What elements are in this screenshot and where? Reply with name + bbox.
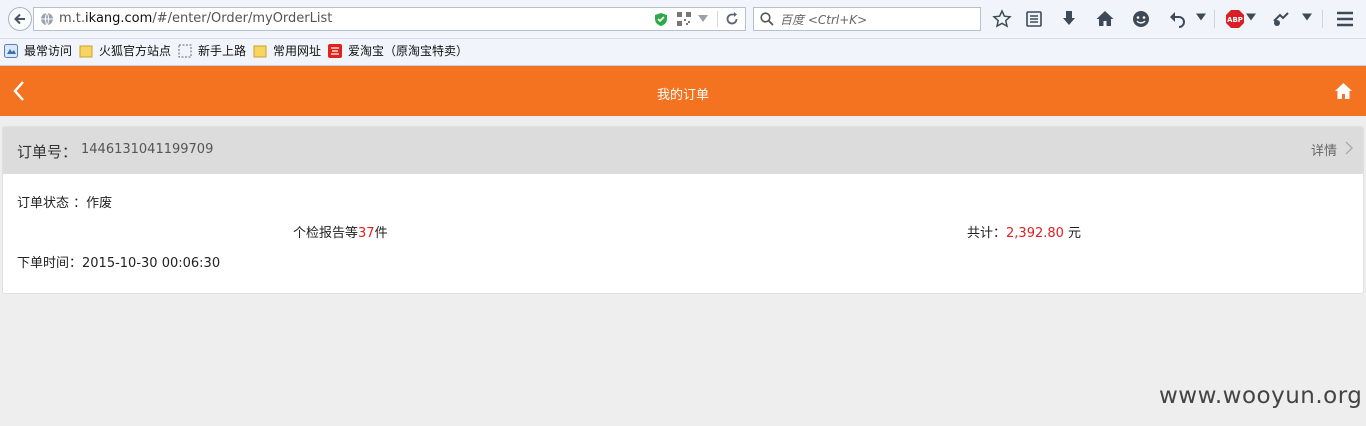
order-time: 下单时间：2015-10-30 00:06:30: [17, 252, 220, 271]
shield-icon[interactable]: [654, 12, 668, 27]
reload-icon[interactable]: [725, 12, 739, 26]
chevron-down-icon[interactable]: [1246, 13, 1256, 21]
undo-icon[interactable]: [1167, 9, 1187, 29]
arrow-left-icon: [14, 13, 25, 25]
items-suffix: 件: [374, 226, 388, 241]
order-time-value: 2015-10-30 00:06:30: [82, 256, 221, 271]
home-icon[interactable]: [1095, 9, 1115, 29]
detail-link[interactable]: 详情: [1311, 140, 1337, 159]
order-card: 订单号： 1446131041199709 详情 订单状态 ：作废 个检报告等3…: [2, 126, 1364, 294]
menu-icon[interactable]: [1335, 9, 1355, 29]
order-status-value: 作废: [86, 196, 113, 211]
order-number: 1446131041199709: [81, 142, 214, 157]
dashed-page-icon: [178, 44, 192, 58]
globe-icon: [41, 12, 53, 26]
page-title: 我的订单: [656, 88, 709, 103]
download-icon[interactable]: [1059, 9, 1079, 29]
order-number-label: 订单号：: [17, 143, 78, 161]
items-count: 37: [358, 226, 375, 241]
toolbar-separator: [1214, 10, 1215, 28]
svg-text:ABP: ABP: [1227, 16, 1243, 24]
star-bookmark-icon[interactable]: [992, 9, 1012, 29]
chevron-down-icon[interactable]: [1302, 13, 1312, 21]
adblock-icon[interactable]: ABP: [1225, 9, 1245, 29]
total-amount: 2,392.80: [1006, 226, 1064, 241]
chevron-down-icon[interactable]: [698, 15, 708, 22]
taobao-icon: [328, 44, 342, 58]
reading-list-icon[interactable]: [1024, 9, 1044, 29]
order-total: 共计：2,392.80 元: [967, 222, 1081, 241]
app-header: 我的订单: [0, 66, 1366, 116]
bookmarks-bar: 最常访问 火狐官方站点 新手上路 常用网址 爱淘宝（原淘宝特卖）: [0, 39, 1366, 66]
browser-toolbar: m.t.ikang.com/#/enter/Order/myOrderList …: [0, 0, 1366, 39]
order-items: 个检报告等37件: [293, 222, 388, 241]
url-bar[interactable]: m.t.ikang.com/#/enter/Order/myOrderList: [33, 7, 746, 31]
chat-icon[interactable]: [1131, 9, 1151, 29]
total-label: 共计：: [967, 226, 1007, 241]
browser-back-button[interactable]: [8, 7, 32, 31]
chevron-right-icon[interactable]: [1345, 141, 1353, 155]
url-text: m.t.ikang.com/#/enter/Order/myOrderList: [59, 11, 333, 26]
order-status-label: 订单状态 ：: [17, 196, 87, 211]
chevron-down-icon[interactable]: [1196, 13, 1206, 21]
search-bar[interactable]: 百度 <Ctrl+K>: [753, 7, 981, 31]
url-separator: [717, 11, 718, 27]
qr-code-icon[interactable]: [677, 12, 691, 26]
order-time-label: 下单时间：: [17, 256, 83, 271]
order-status: 订单状态 ：作废: [17, 192, 112, 211]
folder-icon: [79, 45, 93, 58]
total-currency: 元: [1063, 226, 1082, 241]
bookmark-special-icon: [4, 44, 18, 58]
folder-icon: [253, 45, 267, 58]
search-placeholder: 百度 <Ctrl+K>: [780, 13, 868, 27]
order-card-header: 订单号： 1446131041199709 详情: [3, 127, 1363, 174]
watermark: www.wooyun.org: [1159, 383, 1363, 409]
items-prefix: 个检报告等: [293, 226, 359, 241]
extension-icon[interactable]: [1271, 9, 1291, 29]
toolbar-separator: [1322, 10, 1323, 28]
home-icon[interactable]: [1335, 83, 1352, 99]
search-icon: [760, 12, 774, 26]
